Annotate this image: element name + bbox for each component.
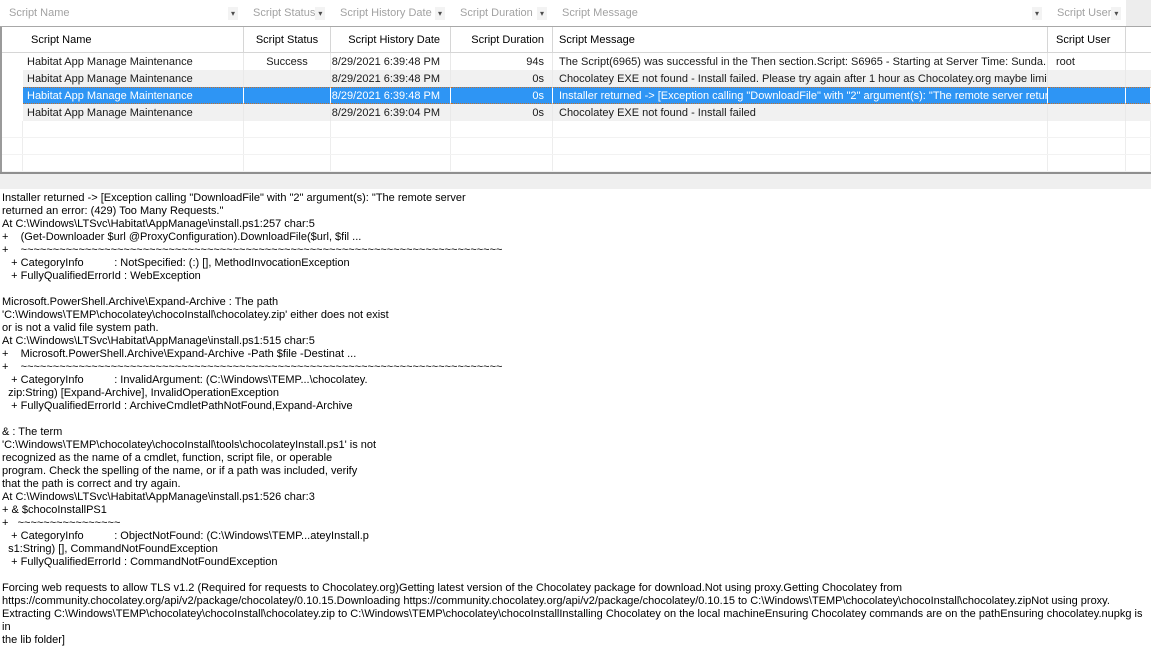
table-body: Habitat App Manage MaintenanceSuccess8/2… <box>2 53 1151 172</box>
detail-text: Installer returned -> [Exception calling… <box>2 192 1147 647</box>
empty-table-row[interactable] <box>2 121 1151 138</box>
cell-spacer <box>1126 53 1151 70</box>
cell-script-name: Habitat App Manage Maintenance <box>23 53 244 70</box>
cell-script-history-date: 8/29/2021 6:39:48 PM <box>331 70 451 87</box>
cell-script-status <box>244 70 331 87</box>
column-header-script-name[interactable]: Script Name <box>23 27 244 53</box>
cell-script-name: Habitat App Manage Maintenance <box>23 104 244 121</box>
cell-script-message: Installer returned -> [Exception calling… <box>553 87 1048 104</box>
filter-label-script-duration: Script Duration <box>451 7 533 19</box>
header-indent-cell <box>2 27 23 53</box>
filter-label-script-message: Script Message <box>553 7 638 19</box>
row-indent-cell <box>2 53 23 70</box>
filter-bar-end-cap <box>1126 0 1151 26</box>
cell-spacer <box>1126 70 1151 87</box>
filter-script-status[interactable]: Script Status▾ <box>244 0 331 26</box>
filter-label-script-user: Script User <box>1048 7 1111 19</box>
header-spacer-cell <box>1126 27 1151 53</box>
cell-script-history-date: 8/29/2021 6:39:48 PM <box>331 87 451 104</box>
filter-script-history-date[interactable]: Script History Date▾ <box>331 0 451 26</box>
row-indent-cell <box>2 70 23 87</box>
table-row[interactable]: Habitat App Manage Maintenance 8/29/2021 … <box>2 87 1151 104</box>
cell-script-message: The Script(6965) was successful in the T… <box>553 53 1048 70</box>
row-indent-cell <box>2 104 23 121</box>
chevron-down-icon[interactable]: ▾ <box>1111 7 1121 20</box>
cell-script-user <box>1048 70 1126 87</box>
cell-spacer <box>1126 87 1151 104</box>
pane-separator[interactable] <box>0 174 1151 189</box>
column-header-script-status[interactable]: Script Status <box>244 27 331 53</box>
cell-spacer <box>1126 104 1151 121</box>
cell-script-message: Chocolatey EXE not found - Install faile… <box>553 104 1048 121</box>
column-header-script-user[interactable]: Script User <box>1048 27 1126 53</box>
cell-script-history-date: 8/29/2021 6:39:48 PM <box>331 53 451 70</box>
cell-script-message: Chocolatey EXE not found - Install faile… <box>553 70 1048 87</box>
cell-script-history-date: 8/29/2021 6:39:04 PM <box>331 104 451 121</box>
table-row[interactable]: Habitat App Manage MaintenanceSuccess8/2… <box>2 53 1151 70</box>
empty-table-row[interactable] <box>2 138 1151 155</box>
chevron-down-icon[interactable]: ▾ <box>537 7 547 20</box>
script-message-detail-pane: Installer returned -> [Exception calling… <box>0 189 1151 633</box>
row-indent-cell <box>2 87 23 104</box>
column-header-script-message[interactable]: Script Message <box>553 27 1048 53</box>
cell-script-name: Habitat App Manage Maintenance <box>23 87 244 104</box>
cell-script-duration: 0s <box>451 104 553 121</box>
cell-script-user: root <box>1048 53 1126 70</box>
filter-bar: Script Name▾Script Status▾Script History… <box>0 0 1151 27</box>
filter-script-name[interactable]: Script Name ▾ <box>0 0 244 26</box>
filter-label-script-history-date: Script History Date <box>331 7 432 19</box>
chevron-down-icon[interactable]: ▾ <box>435 7 445 20</box>
table-row[interactable]: Habitat App Manage Maintenance 8/29/2021 … <box>2 70 1151 87</box>
cell-script-user <box>1048 104 1126 121</box>
cell-script-duration: 0s <box>451 70 553 87</box>
cell-script-user <box>1048 87 1126 104</box>
chevron-down-icon[interactable]: ▾ <box>1032 7 1042 20</box>
table-header-row: Script NameScript StatusScript History D… <box>2 27 1151 53</box>
table-row[interactable]: Habitat App Manage Maintenance 8/29/2021 … <box>2 104 1151 121</box>
column-header-script-history-date[interactable]: Script History Date <box>331 27 451 53</box>
chevron-down-icon[interactable]: ▾ <box>228 7 238 20</box>
cell-script-status <box>244 87 331 104</box>
cell-script-duration: 0s <box>451 87 553 104</box>
cell-script-name: Habitat App Manage Maintenance <box>23 70 244 87</box>
cell-script-duration: 94s <box>451 53 553 70</box>
chevron-down-icon[interactable]: ▾ <box>315 7 325 20</box>
filter-label-script-status: Script Status <box>244 7 315 19</box>
filter-script-user[interactable]: Script User▾ <box>1048 0 1126 26</box>
column-header-script-duration[interactable]: Script Duration <box>451 27 553 53</box>
filter-script-duration[interactable]: Script Duration ▾ <box>451 0 553 26</box>
filter-script-message[interactable]: Script Message ▾ <box>553 0 1048 26</box>
script-history-table: Script NameScript StatusScript History D… <box>0 27 1151 172</box>
empty-table-row[interactable] <box>2 155 1151 172</box>
cell-script-status: Success <box>244 53 331 70</box>
cell-script-status <box>244 104 331 121</box>
filter-label-script-name: Script Name <box>0 7 70 19</box>
